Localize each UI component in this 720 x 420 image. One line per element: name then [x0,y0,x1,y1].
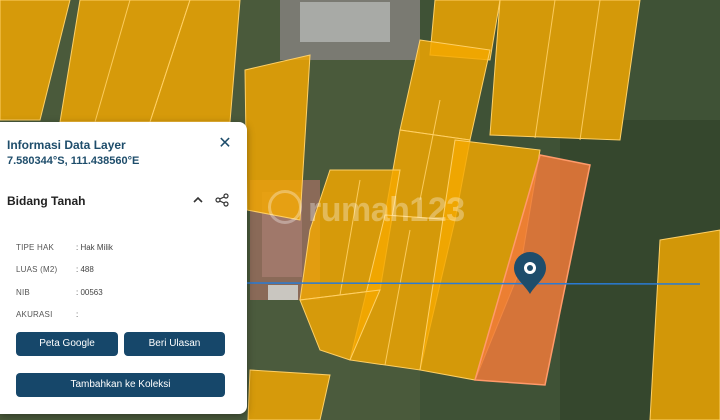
attribute-value: : [76,310,79,320]
attribute-value: : 00563 [76,287,103,297]
attribute-row: LUAS (M2) : 488 [16,259,236,282]
attribute-key: TIPE HAK [16,242,55,252]
coordinates: 7.580344°S, 111.438560°E [7,155,140,167]
attribute-key: LUAS (M2) [16,265,58,275]
parcel [247,369,331,420]
google-maps-button[interactable]: Peta Google [16,332,118,356]
attribute-key: NIB [16,287,30,297]
section-actions [191,193,229,207]
attribute-value: : Hak Milik [76,242,113,252]
watermark-logo-icon [268,190,302,224]
section-title: Bidang Tanah [7,194,86,208]
info-panel: Informasi Data Layer 7.580344°S, 111.438… [0,122,247,414]
add-to-collection-button[interactable]: Tambahkan ke Koleksi [16,373,225,397]
parcel [489,0,641,141]
attribute-row: NIB : 00563 [16,281,236,304]
parcel [649,229,720,420]
boundary-line [239,282,701,285]
watermark: rumah123 [268,190,465,230]
review-button[interactable]: Beri Ulasan [124,332,225,356]
attribute-list: TIPE HAK : Hak Milik LUAS (M2) : 488 NIB… [16,236,236,326]
attribute-value: : 488 [76,265,94,275]
attribute-row: AKURASI : [16,304,236,327]
panel-title: Informasi Data Layer [7,138,126,152]
close-icon[interactable]: ✕ [217,136,233,152]
chevron-up-icon[interactable] [191,193,205,207]
attribute-row: TIPE HAK : Hak Milik [16,236,236,259]
attribute-key: AKURASI [16,310,53,320]
share-icon[interactable] [215,193,229,207]
watermark-text: rumah123 [308,191,465,229]
